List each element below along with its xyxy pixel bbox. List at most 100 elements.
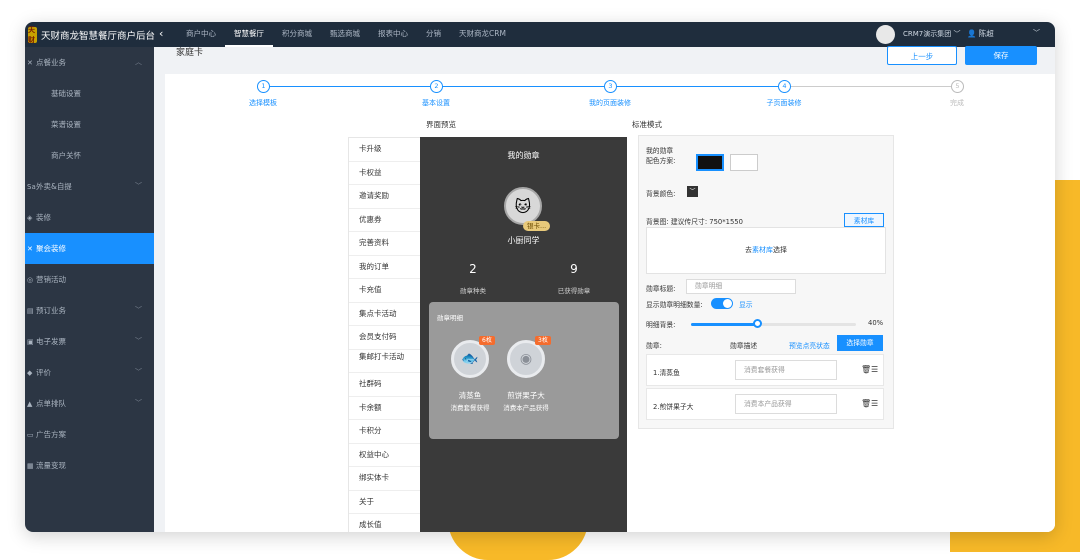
sidebar-icon: ▣ <box>27 338 34 346</box>
card-menu-item[interactable]: 绑实体卡 <box>349 467 420 491</box>
back-arrow-icon[interactable]: ‹ <box>159 27 163 40</box>
sidebar-icon: Sa <box>27 183 36 191</box>
member-name: 小厨同学 <box>507 236 540 245</box>
app-window: 天财 天财商龙智慧餐厅商户后台 ‹ 商户中心 智慧餐厅 积分商城 甄选商城 报表中心 分销… <box>25 22 1055 532</box>
chevron-icon: ﹀ <box>135 368 142 376</box>
store-selector[interactable]: CRM7演示集团 ﹀ <box>903 29 960 39</box>
nav-item[interactable]: 天财商龙CRM <box>450 22 515 47</box>
sidebar-item[interactable]: ◈ 装修 <box>25 202 154 233</box>
nav-item[interactable]: 智慧餐厅 <box>225 22 273 47</box>
sidebar-item-label: 营销活动 <box>36 275 66 284</box>
card-menu-list: 卡升级 卡权益 邀请奖励 优惠券 完善资料 我的订单 卡充值 集点卡活动 会员支付码 集邮打卡活动… <box>348 137 421 532</box>
show-count-toggle[interactable] <box>711 298 733 309</box>
medal-earned-label: 已获得勋章 <box>557 287 591 295</box>
card-menu-item[interactable]: 权益中心 <box>349 444 420 467</box>
step-number[interactable]: 3 <box>604 80 617 93</box>
color-scheme-light[interactable] <box>730 154 758 171</box>
chevron-down-icon[interactable]: ﹀ <box>1033 28 1040 38</box>
step-number[interactable]: 2 <box>430 80 443 93</box>
sidebar-item-label: 装修 <box>36 213 51 222</box>
card-menu-item[interactable]: 完善资料 <box>349 232 420 256</box>
step-number[interactable]: 1 <box>257 80 270 93</box>
preview-lit-link[interactable]: 预览点亮状态 <box>789 340 830 350</box>
sidebar-item[interactable]: Sa外卖&自提 ﹀ <box>25 171 154 202</box>
select-medal-button[interactable]: 选择勋章 <box>837 335 883 351</box>
material-library-link[interactable]: 素材库 <box>752 246 773 254</box>
store-name: CRM7演示集团 <box>903 30 952 38</box>
sidebar-item-label: 点餐业务 <box>36 58 66 67</box>
nav-item[interactable]: 分销 <box>417 22 450 47</box>
page-title: 家庭卡 <box>176 48 204 58</box>
sidebar-item[interactable]: ◎ 营销活动 <box>25 264 154 295</box>
delete-icon[interactable]: 🗑 <box>861 365 871 374</box>
drag-handle-icon[interactable]: ☰ <box>871 365 878 374</box>
upload-prefix: 去 <box>745 246 752 254</box>
store-avatar[interactable] <box>876 25 895 44</box>
sidebar-item[interactable]: ▭ 广告方案 <box>25 419 154 450</box>
sidebar-item[interactable]: ▤ 预订业务 ﹀ <box>25 295 154 326</box>
sidebar-item-label: 基础设置 <box>51 89 81 98</box>
editor-panel: 1 选择模板 2 基本设置 3 我的页面装修 4 子页面装修 5 完成 界面预览 卡升级 卡权益 邀请… <box>165 74 1055 532</box>
sidebar-icon: ✕ <box>27 245 33 253</box>
step-number[interactable]: 4 <box>778 80 791 93</box>
sidebar-item[interactable]: ✕ 点餐业务 ︿ <box>25 47 154 78</box>
medal-name: 煎饼果子大 <box>507 391 545 400</box>
previous-step-button[interactable]: 上一步 <box>887 46 957 65</box>
medal-title-input[interactable]: 勋章明细 <box>686 279 796 294</box>
sidebar-item[interactable]: 商户关怀 <box>25 140 154 171</box>
material-library-button[interactable]: 素材库 <box>844 213 884 227</box>
step-connector <box>442 86 604 87</box>
medal-row-name: 1.清蒸鱼 <box>653 369 680 377</box>
slider-handle[interactable] <box>753 319 762 328</box>
sidebar-item[interactable]: ✕ 聚会装修 <box>25 233 154 264</box>
card-menu-item[interactable]: 卡升级 <box>349 138 420 162</box>
card-menu-item[interactable]: 会员支付码 <box>349 326 420 350</box>
nav-item[interactable]: 积分商城 <box>273 22 321 47</box>
card-menu-item[interactable]: 卡积分 <box>349 420 420 444</box>
card-menu-item[interactable]: 集邮打卡活动 <box>349 350 420 373</box>
scheme-label: 配色方案: <box>646 157 676 165</box>
app-title: 天财商龙智慧餐厅商户后台 <box>40 30 155 42</box>
sidebar-item[interactable]: ▦ 流量变现 <box>25 450 154 481</box>
user-menu[interactable]: 👤 陈超 <box>967 28 994 39</box>
card-menu-item[interactable]: 邀请奖励 <box>349 185 420 209</box>
top-nav: 商户中心 智慧餐厅 积分商城 甄选商城 报表中心 分销 天财商龙CRM <box>177 22 515 47</box>
sidebar-item[interactable]: ◆ 评价 ﹀ <box>25 357 154 388</box>
card-menu-item[interactable]: 卡余额 <box>349 397 420 420</box>
card-menu-item[interactable]: 优惠券 <box>349 209 420 232</box>
user-icon: 👤 <box>967 29 977 38</box>
card-menu-item[interactable]: 关于 <box>349 491 420 514</box>
step-number[interactable]: 5 <box>951 80 964 93</box>
nav-item[interactable]: 甄选商城 <box>321 22 369 47</box>
medal-description-input[interactable]: 消费本产品获得 <box>735 394 837 414</box>
medal-description-input[interactable]: 消费套餐获得 <box>735 360 837 380</box>
card-menu-item[interactable]: 成长值 <box>349 514 420 532</box>
bg-color-picker[interactable]: ﹀ <box>687 186 698 197</box>
card-menu-item[interactable]: 卡权益 <box>349 162 420 185</box>
image-upload-area[interactable]: 去素材库选择 <box>646 227 886 274</box>
card-menu-item[interactable]: 集点卡活动 <box>349 303 420 326</box>
save-button[interactable]: 保存 <box>965 46 1037 65</box>
card-menu-item[interactable]: 社群码 <box>349 373 420 397</box>
drag-handle-icon[interactable]: ☰ <box>871 399 878 408</box>
sidebar-item[interactable]: 菜谱设置 <box>25 109 154 140</box>
sidebar-item-label: 外卖&自提 <box>36 182 72 191</box>
card-menu-item[interactable]: 我的订单 <box>349 256 420 279</box>
sidebar-item-label: 流量变现 <box>36 461 66 470</box>
nav-item[interactable]: 商户中心 <box>177 22 225 47</box>
description-column-label: 勋章描述 <box>730 342 758 350</box>
medal-detail-card: 勋章明细 🐟 6枚 清蒸鱼 消费套餐获得 ◉ 3枚 煎饼果子大 消费本产品获得 <box>429 302 619 439</box>
bg-image-label: 背景图: 建议传尺寸: 750*1550 <box>646 218 743 226</box>
sidebar-item[interactable]: ▲ 点单排队 ﹀ <box>25 388 154 419</box>
upload-suffix: 选择 <box>773 246 787 254</box>
color-scheme-dark[interactable] <box>696 154 724 171</box>
nav-item[interactable]: 报表中心 <box>369 22 417 47</box>
logo: 天财 天财商龙智慧餐厅商户后台 <box>25 22 155 47</box>
card-menu-item[interactable]: 卡充值 <box>349 279 420 303</box>
sidebar-item[interactable]: 基础设置 <box>25 78 154 109</box>
detail-bg-slider[interactable] <box>691 319 856 328</box>
sidebar-item[interactable]: ▣ 电子发票 ﹀ <box>25 326 154 357</box>
sidebar-icon: ▭ <box>27 431 34 439</box>
delete-icon[interactable]: 🗑 <box>861 399 871 408</box>
sidebar-item-label: 商户关怀 <box>51 151 81 160</box>
